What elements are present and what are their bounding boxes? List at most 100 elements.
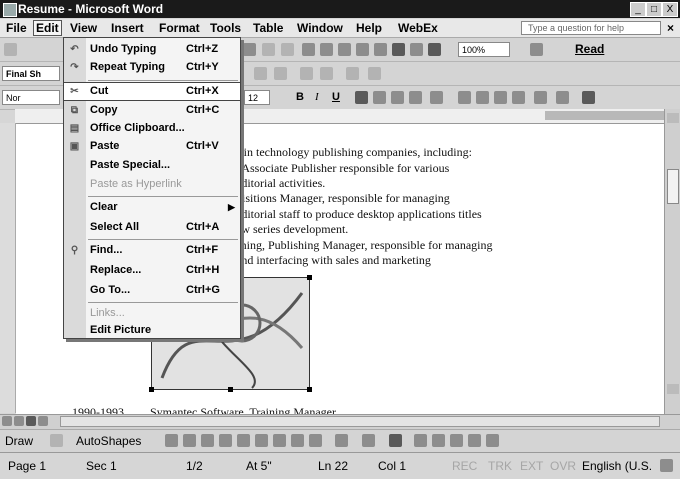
tables-borders-icon[interactable] bbox=[320, 43, 333, 56]
menu-format[interactable]: Format bbox=[159, 21, 200, 35]
autoshapes-menu-button[interactable]: AutoShapes bbox=[76, 434, 141, 448]
drawing-icon[interactable] bbox=[392, 43, 405, 56]
help-icon[interactable] bbox=[530, 43, 543, 56]
resize-handle[interactable] bbox=[307, 387, 312, 392]
line-tool-icon[interactable] bbox=[165, 434, 178, 447]
maximize-button[interactable]: □ bbox=[646, 2, 662, 17]
menu-item-find[interactable]: ⚲ Find... Ctrl+F bbox=[64, 242, 240, 260]
clipart-icon[interactable] bbox=[291, 434, 304, 447]
close-document-button[interactable]: × bbox=[667, 21, 674, 35]
align-right-icon[interactable] bbox=[391, 91, 404, 104]
horizontal-scrollbar[interactable] bbox=[60, 416, 660, 427]
status-ext[interactable]: EXT bbox=[520, 459, 543, 473]
menu-item-clear[interactable]: Clear ▶ bbox=[64, 199, 240, 217]
new-comment-icon[interactable] bbox=[300, 67, 313, 80]
resize-handle[interactable] bbox=[307, 275, 312, 280]
reject-change-icon[interactable] bbox=[274, 67, 287, 80]
highlight-icon[interactable] bbox=[556, 91, 569, 104]
menu-item-paste-as-hyperlink[interactable]: Paste as Hyperlink bbox=[64, 176, 240, 194]
font-size-select[interactable]: 12 bbox=[244, 90, 270, 105]
format-painter-icon[interactable] bbox=[243, 43, 256, 56]
menu-item-repeat-typing[interactable]: ↷ Repeat Typing Ctrl+Y bbox=[64, 59, 240, 77]
shadow-style-icon[interactable] bbox=[468, 434, 481, 447]
menu-item-paste-special[interactable]: Paste Special... bbox=[64, 157, 240, 175]
print-view-icon[interactable] bbox=[26, 416, 36, 426]
word-app-icon[interactable] bbox=[3, 3, 17, 17]
menu-item-undo-typing[interactable]: ↶ Undo Typing Ctrl+Z bbox=[64, 41, 240, 59]
italic-button[interactable]: I bbox=[315, 91, 319, 103]
numbering-icon[interactable] bbox=[458, 91, 471, 104]
menu-help[interactable]: Help bbox=[356, 21, 382, 35]
menu-item-office-clipboard[interactable]: ▤ Office Clipboard... bbox=[64, 120, 240, 138]
insert-table-icon[interactable] bbox=[338, 43, 351, 56]
bold-button[interactable]: B bbox=[296, 91, 304, 103]
menu-item-select-all[interactable]: Select All Ctrl+A bbox=[64, 219, 240, 237]
fill-color-icon[interactable] bbox=[335, 434, 348, 447]
status-ovr[interactable]: OVR bbox=[550, 459, 576, 473]
close-button[interactable]: X bbox=[662, 2, 678, 17]
3d-style-icon[interactable] bbox=[486, 434, 499, 447]
menu-item-go-to[interactable]: Go To... Ctrl+G bbox=[64, 282, 240, 300]
scroll-thumb[interactable] bbox=[667, 169, 679, 204]
decrease-indent-icon[interactable] bbox=[494, 91, 507, 104]
menu-item-edit-picture[interactable]: Edit Picture bbox=[64, 322, 240, 340]
line-color-icon[interactable] bbox=[362, 434, 375, 447]
accept-change-icon[interactable] bbox=[254, 67, 267, 80]
align-center-icon[interactable] bbox=[373, 91, 386, 104]
menu-edit[interactable]: Edit bbox=[33, 20, 62, 36]
hyperlink-icon[interactable] bbox=[302, 43, 315, 56]
menu-webex[interactable]: WebEx bbox=[398, 21, 438, 35]
scroll-up-arrow[interactable] bbox=[667, 113, 679, 123]
new-icon[interactable] bbox=[4, 43, 17, 56]
undo-toolbar-icon[interactable] bbox=[262, 43, 275, 56]
menu-tools[interactable]: Tools bbox=[210, 21, 241, 35]
toolbar-options-icon[interactable] bbox=[368, 67, 381, 80]
line-spacing-icon[interactable] bbox=[430, 91, 443, 104]
display-for-review-select[interactable]: Final Sh bbox=[2, 66, 60, 81]
web-view-icon[interactable] bbox=[14, 416, 24, 426]
menu-insert[interactable]: Insert bbox=[111, 21, 144, 35]
spelling-status-icon[interactable] bbox=[660, 459, 673, 472]
underline-button[interactable]: U bbox=[332, 91, 340, 103]
columns-icon[interactable] bbox=[374, 43, 387, 56]
insert-excel-icon[interactable] bbox=[356, 43, 369, 56]
menu-item-copy[interactable]: ⧉ Copy Ctrl+C bbox=[64, 102, 240, 120]
rectangle-tool-icon[interactable] bbox=[201, 434, 214, 447]
oval-tool-icon[interactable] bbox=[219, 434, 232, 447]
bullets-icon[interactable] bbox=[476, 91, 489, 104]
menu-item-paste[interactable]: ▣ Paste Ctrl+V bbox=[64, 138, 240, 156]
justify-icon[interactable] bbox=[409, 91, 422, 104]
wordart-icon[interactable] bbox=[255, 434, 268, 447]
document-map-icon[interactable] bbox=[410, 43, 423, 56]
read-button[interactable]: Read bbox=[575, 42, 604, 56]
zoom-select[interactable]: 100% bbox=[458, 42, 510, 57]
style-select[interactable]: Nor bbox=[2, 90, 60, 105]
scroll-down-arrow[interactable] bbox=[667, 384, 679, 394]
redo-toolbar-icon[interactable] bbox=[281, 43, 294, 56]
resize-handle[interactable] bbox=[228, 387, 233, 392]
reviewing-pane-icon[interactable] bbox=[346, 67, 359, 80]
outline-view-icon[interactable] bbox=[38, 416, 48, 426]
arrow-tool-icon[interactable] bbox=[183, 434, 196, 447]
menu-item-cut[interactable]: ✂ Cut Ctrl+X bbox=[64, 82, 240, 101]
minimize-button[interactable]: _ bbox=[630, 2, 646, 17]
font-color-draw-icon[interactable] bbox=[389, 434, 402, 447]
menu-window[interactable]: Window bbox=[297, 21, 343, 35]
menu-item-links[interactable]: Links... bbox=[64, 305, 240, 323]
select-objects-icon[interactable] bbox=[50, 434, 63, 447]
dash-style-icon[interactable] bbox=[432, 434, 445, 447]
menu-view[interactable]: View bbox=[70, 21, 97, 35]
normal-view-icon[interactable] bbox=[2, 416, 12, 426]
textbox-tool-icon[interactable] bbox=[237, 434, 250, 447]
menu-file[interactable]: File bbox=[6, 21, 27, 35]
font-color-icon[interactable] bbox=[582, 91, 595, 104]
status-trk[interactable]: TRK bbox=[488, 459, 512, 473]
increase-indent-icon[interactable] bbox=[512, 91, 525, 104]
draw-menu-button[interactable]: Draw bbox=[5, 434, 33, 448]
line-style-icon[interactable] bbox=[414, 434, 427, 447]
track-changes-icon[interactable] bbox=[320, 67, 333, 80]
menu-item-replace[interactable]: Replace... Ctrl+H bbox=[64, 262, 240, 280]
borders-icon[interactable] bbox=[534, 91, 547, 104]
arrow-style-icon[interactable] bbox=[450, 434, 463, 447]
diagram-icon[interactable] bbox=[273, 434, 286, 447]
